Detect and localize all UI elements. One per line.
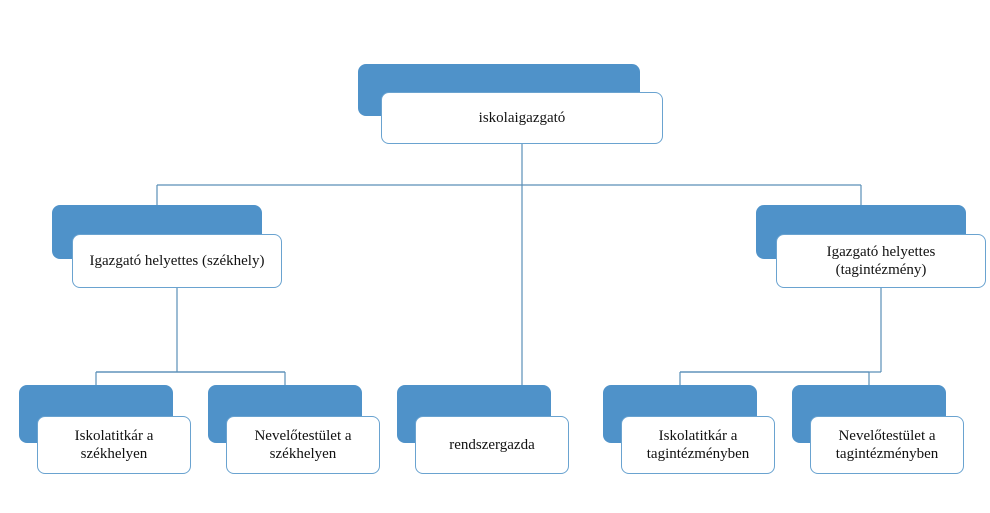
node-left-deputy-label: Igazgató helyettes (székhely)	[90, 252, 265, 270]
node-center-child-label: rendszergazda	[449, 436, 535, 454]
org-chart: iskolaigazgató Igazgató helyettes (székh…	[0, 0, 990, 513]
node-left-child-1-label: Iskolatitkár a székhelyen	[46, 427, 182, 463]
node-right-child-1-label: Iskolatitkár a tagintézményben	[630, 427, 766, 463]
node-right-deputy-label: Igazgató helyettes (tagintézmény)	[785, 243, 977, 279]
node-left-child-2-label: Nevelőtestület a székhelyen	[235, 427, 371, 463]
node-right-child-2-label: Nevelőtestület a tagintézményben	[819, 427, 955, 463]
node-root-label: iskolaigazgató	[479, 109, 566, 127]
